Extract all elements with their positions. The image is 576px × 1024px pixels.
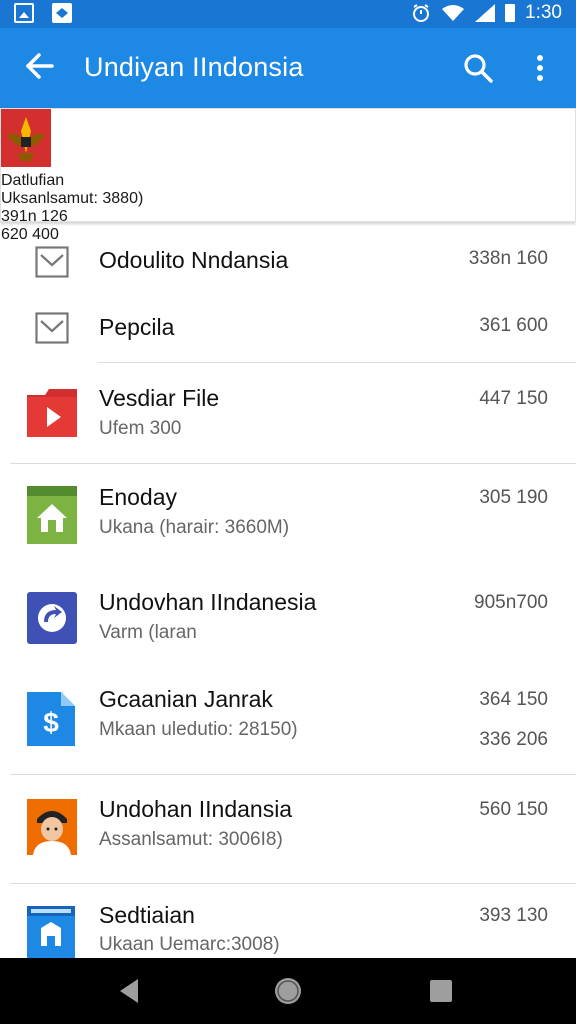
alarm-icon (413, 4, 430, 22)
list-item-subtitle: Ukaan Uemarc:3008) (99, 934, 280, 955)
list-item-title: Odoulito Nndansia (99, 247, 289, 273)
garuda-emblem-icon (1, 109, 51, 167)
nav-back-icon[interactable] (116, 976, 142, 1006)
search-icon[interactable] (460, 50, 496, 86)
list-item-card[interactable]: Datlufian Uksanlsamut: 3880) 391n 126 62… (0, 108, 576, 243)
nav-recents-icon[interactable] (428, 978, 454, 1004)
wifi-icon (442, 5, 465, 21)
list-item-value: 447 150 (479, 388, 548, 409)
dollar-file-icon: $ (27, 692, 75, 746)
more-vert-icon[interactable] (524, 50, 556, 86)
image-notification-icon (14, 3, 34, 23)
list-item-subtitle: Ukana (harair: 3660M) (99, 517, 290, 538)
list-item-subtitle: Assanlsamut: 3006I8) (99, 829, 283, 850)
nav-home-icon[interactable] (272, 975, 304, 1007)
navigation-bar (0, 958, 576, 1024)
list-item-title: Undovhan IIndanesia (99, 589, 317, 615)
list-item-subtitle: Uksanlsamut: 3880) (1, 190, 144, 207)
list-item-subtitle: Varm (laran (99, 622, 197, 643)
list-item[interactable]: Enoday Ukana (harair: 3660M) 305 190 (0, 464, 576, 572)
status-time: 1:30 (525, 2, 562, 23)
app-notification-icon (52, 3, 72, 23)
refresh-app-icon (27, 592, 77, 644)
battery-icon (505, 4, 516, 22)
video-folder-icon (27, 389, 77, 437)
list-item-subtitle: Ufem 300 (99, 418, 182, 439)
list-item-value: 905n700 (474, 592, 548, 613)
list-item[interactable]: Undovhan IIndanesia Varm (laran 905n700 (0, 572, 576, 672)
list-item-value: 560 150 (479, 799, 548, 820)
list-item[interactable]: Pepcila 361 600 (0, 298, 576, 362)
list-item[interactable]: $ Gcaanian Janrak Mkaan uledutio: 28150)… (0, 672, 576, 774)
list-item-value: 305 190 (479, 487, 548, 508)
list-item-title: Vesdiar File (99, 385, 220, 411)
list-item-title: Undohan IIndansia (99, 796, 293, 822)
list-item[interactable]: Undohan IIndansia Assanlsamut: 3006I8) 5… (0, 775, 576, 883)
list-item-value: 393 130 (479, 905, 548, 926)
list-item-subtitle: Mkaan uledutio: 28150) (99, 719, 298, 740)
arrow-back-icon[interactable] (22, 48, 58, 84)
list-item-value-secondary: 336 206 (479, 729, 548, 750)
list-item[interactable]: Odoulito Nndansia 338n 160 (0, 230, 576, 298)
list-item-title: Sedtiaian (99, 902, 195, 928)
list-item[interactable]: Vesdiar File Ufem 300 447 150 (0, 363, 576, 463)
app-bar: Undiyan IIndonsia (0, 28, 576, 108)
list-item-value: 338n 160 (468, 248, 548, 269)
person-avatar-icon (27, 799, 77, 855)
list-item-value: 391n 126 (1, 208, 68, 225)
checkbox-icon (35, 246, 69, 278)
checkbox-icon (35, 312, 69, 344)
list-item-title: Pepcila (99, 314, 175, 340)
list-item-value: 364 150 (479, 689, 548, 710)
building-app-icon (27, 906, 75, 958)
list-item-title: Gcaanian Janrak (99, 686, 273, 712)
svg-text:$: $ (43, 707, 59, 738)
list-item-title: Enoday (99, 484, 178, 510)
home-app-icon (27, 486, 77, 544)
list-item-title: Datlufian (1, 172, 65, 189)
status-bar: 1:30 (0, 0, 576, 28)
page-title: Undiyan IIndonsia (84, 52, 304, 82)
list-item[interactable]: Sedtiaian Ukaan Uemarc:3008) 393 130 (0, 884, 576, 958)
signal-icon (475, 4, 496, 22)
list-item-value: 361 600 (479, 315, 548, 336)
